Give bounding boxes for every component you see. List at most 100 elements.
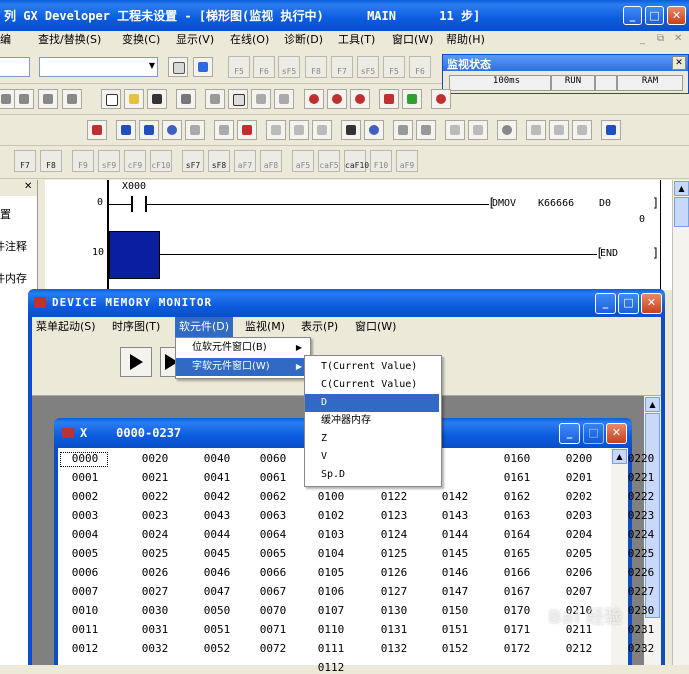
toolbar-icon-button[interactable]	[526, 120, 546, 140]
menu-find-replace[interactable]: 查找/替换(S)	[34, 31, 105, 49]
device-cell[interactable]: 0126	[370, 566, 418, 579]
toolbar-icon-button[interactable]	[468, 120, 488, 140]
menu-device[interactable]: 软元件(D)	[175, 317, 234, 337]
device-cell[interactable]: 0144	[431, 528, 479, 541]
device-cell[interactable]: 0031	[131, 623, 179, 636]
toolbar-icon-button[interactable]	[416, 120, 436, 140]
menu-item-counter[interactable]: C(Current Value)	[305, 376, 439, 394]
fkey-button[interactable]: F8	[40, 150, 62, 172]
device-cell[interactable]: 0030	[131, 604, 179, 617]
scroll-up-button[interactable]: ▲	[612, 449, 627, 464]
maximize-button[interactable]: □	[645, 6, 664, 25]
device-cell[interactable]: 0122	[370, 490, 418, 503]
fkey-button[interactable]: F6	[409, 56, 431, 78]
device-cell[interactable]: 0051	[193, 623, 241, 636]
device-cell[interactable]: 0167	[493, 585, 541, 598]
close-button[interactable]: ✕	[641, 293, 662, 314]
device-cell[interactable]: 0204	[555, 528, 603, 541]
fkey-button[interactable]: F10	[370, 150, 392, 172]
device-cell[interactable]: 0125	[370, 547, 418, 560]
toolbar-icon-button[interactable]	[139, 120, 159, 140]
device-cell[interactable]: 0166	[493, 566, 541, 579]
device-cell[interactable]: 0145	[431, 547, 479, 560]
copy-icon[interactable]	[228, 89, 248, 109]
device-cell[interactable]: 0040	[193, 452, 241, 465]
menu-view[interactable]: 显示(V)	[172, 31, 218, 49]
toolbar-icon-button[interactable]	[601, 120, 621, 140]
device-cell[interactable]: 0045	[193, 547, 241, 560]
scroll-up-button[interactable]: ▲	[645, 397, 660, 412]
undo-icon[interactable]	[274, 89, 294, 109]
device-cell[interactable]: 0004	[61, 528, 109, 541]
combo-box-2[interactable]: ▼	[39, 57, 158, 77]
device-cell[interactable]: 0065	[249, 547, 297, 560]
device-cell[interactable]: 0161	[493, 471, 541, 484]
device-cell[interactable]: 0151	[431, 623, 479, 636]
toolbar-icon-button[interactable]	[185, 120, 205, 140]
device-cell[interactable]: 0060	[249, 452, 297, 465]
scroll-thumb[interactable]	[674, 197, 689, 227]
device-cell[interactable]: 0021	[131, 471, 179, 484]
read-icon[interactable]	[402, 89, 422, 109]
menu-item-bit-device[interactable]: 位软元件窗口(B) ▶	[176, 339, 308, 357]
open-folder-icon[interactable]	[124, 89, 144, 109]
device-cell[interactable]: 0023	[131, 509, 179, 522]
device-cell[interactable]: 0063	[249, 509, 297, 522]
fkey-button[interactable]: sF5	[278, 56, 300, 78]
device-cell[interactable]: 0025	[131, 547, 179, 560]
new-file-icon[interactable]	[101, 89, 121, 109]
device-cell[interactable]: 0201	[555, 471, 603, 484]
fkey-button[interactable]: sF7	[182, 150, 204, 172]
device-cell[interactable]: 0207	[555, 585, 603, 598]
toolbar-icon-button[interactable]	[364, 120, 384, 140]
search-icon[interactable]	[497, 120, 517, 140]
device-cell[interactable]: 0107	[307, 604, 355, 617]
device-cell[interactable]: 0165	[493, 547, 541, 560]
fkey-button[interactable]: F5	[228, 56, 250, 78]
fkey-button[interactable]: aF7	[234, 150, 256, 172]
search-icon[interactable]	[327, 89, 347, 109]
device-cell[interactable]: 0143	[431, 509, 479, 522]
scroll-up-button[interactable]: ▲	[674, 181, 689, 196]
toolbar-icon-button[interactable]	[237, 120, 257, 140]
device-cell[interactable]: 0162	[493, 490, 541, 503]
minimize-button[interactable]: _	[595, 293, 616, 314]
fkey-button[interactable]: aF8	[260, 150, 282, 172]
toolbar-icon-button[interactable]	[393, 120, 413, 140]
tree-icon-button[interactable]	[193, 57, 213, 77]
device-cell[interactable]: 0171	[493, 623, 541, 636]
open-icon-button[interactable]	[168, 57, 188, 77]
device-cell[interactable]: 0147	[431, 585, 479, 598]
device-cell[interactable]: 0071	[249, 623, 297, 636]
close-icon[interactable]: ✕	[24, 181, 32, 192]
fkey-button[interactable]: cF10	[150, 150, 172, 172]
menu-help[interactable]: 帮助(H)	[442, 31, 489, 49]
ladder-cursor[interactable]	[109, 231, 160, 279]
device-cell[interactable]: 0206	[555, 566, 603, 579]
device-cell[interactable]: 0205	[555, 547, 603, 560]
toolbar-icon-button[interactable]	[214, 120, 234, 140]
fkey-button[interactable]: F9	[72, 150, 94, 172]
save-icon[interactable]	[147, 89, 167, 109]
main-vertical-scrollbar[interactable]: ▲	[672, 180, 689, 665]
project-tree-item[interactable]: 置	[0, 206, 11, 222]
menu-start[interactable]: 菜单起动(S)	[32, 318, 100, 336]
fkey-button[interactable]: F6	[253, 56, 275, 78]
device-cell[interactable]: 0172	[493, 642, 541, 655]
minimize-button[interactable]: _	[623, 6, 642, 25]
menu-timing-chart[interactable]: 时序图(T)	[108, 318, 164, 336]
toolbar-icon-button[interactable]	[266, 120, 286, 140]
menu-item-timer[interactable]: T(Current Value)	[305, 358, 439, 376]
menu-item-z[interactable]: Z	[305, 430, 439, 448]
fkey-button[interactable]: F5	[383, 56, 405, 78]
close-button[interactable]: ✕	[606, 423, 627, 444]
device-cell[interactable]: 0001	[61, 471, 109, 484]
device-cell[interactable]: 0123	[370, 509, 418, 522]
menu-item-d[interactable]: D	[305, 394, 439, 412]
device-cell[interactable]: 0105	[307, 566, 355, 579]
monitor-status-title-bar[interactable]: 监视状态 ✕	[443, 55, 688, 71]
play-button[interactable]	[120, 347, 152, 377]
device-cell[interactable]: 0064	[249, 528, 297, 541]
menu-window[interactable]: 窗口(W)	[351, 318, 400, 336]
device-cell[interactable]: 0142	[431, 490, 479, 503]
